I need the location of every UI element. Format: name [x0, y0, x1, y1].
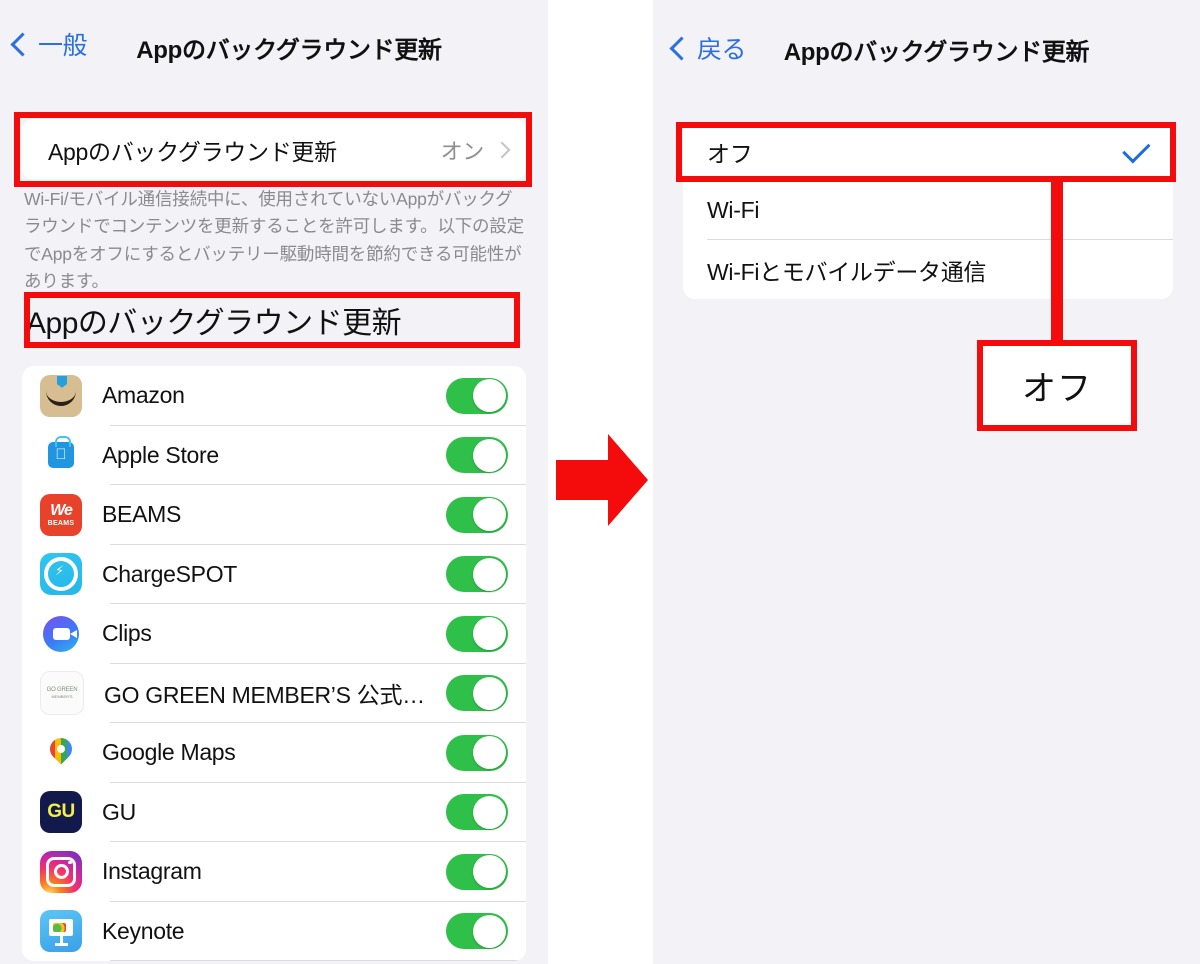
app-refresh-toggle[interactable]	[446, 377, 508, 414]
app-list-row[interactable]: ⚡ ChargeSPOT	[22, 544, 526, 604]
app-name-label: Clips	[102, 620, 152, 647]
app-refresh-toggle[interactable]	[446, 556, 508, 593]
app-list-row[interactable]: Keynote	[22, 901, 526, 961]
refresh-mode-option-row[interactable]: Wi-Fi	[683, 181, 1173, 240]
keynote-icon	[40, 910, 82, 953]
app-list-row[interactable]: GU GU	[22, 782, 526, 842]
left-phone-panel: 一般 Appのバックグラウンド更新 Appのバックグラウンド更新 オン Wi-F…	[0, 0, 548, 964]
left-page-title: Appのバックグラウンド更新	[136, 37, 442, 64]
option-label: Wi-Fi	[707, 197, 760, 223]
app-name-label: GU	[102, 798, 136, 825]
gu-icon: GU	[40, 791, 82, 834]
toggle-knob	[473, 795, 506, 829]
app-name-label: Amazon	[102, 382, 185, 409]
app-refresh-toggle[interactable]	[446, 675, 508, 712]
app-list-row[interactable]: Amazon	[22, 366, 526, 426]
app-list-row[interactable]: Instagram	[22, 842, 526, 902]
app-list-card: Amazon  Apple Store WeBEAMS BEAMS ⚡ ChargeSPO…	[22, 366, 526, 961]
app-list-row[interactable]:  Apple Store	[22, 425, 526, 485]
app-refresh-toggle[interactable]	[446, 734, 508, 771]
toggle-knob	[473, 498, 506, 532]
option-label: オフ	[707, 140, 753, 167]
app-name-label: Instagram	[102, 858, 202, 885]
instagram-icon	[40, 850, 82, 893]
option-label: Wi-Fiとモバイルデータ通信	[707, 258, 987, 285]
app-name-label: BEAMS	[102, 501, 182, 528]
app-list-row[interactable]: Clips	[22, 604, 526, 664]
background-refresh-label: Appのバックグラウンド更新	[48, 138, 337, 165]
toggle-knob	[473, 379, 506, 413]
checkmark-icon	[1122, 135, 1151, 164]
toggle-knob	[473, 438, 506, 472]
app-list-section-header: Appのバックグラウンド更新	[26, 307, 402, 340]
app-refresh-toggle[interactable]	[446, 437, 508, 474]
app-refresh-toggle[interactable]	[446, 496, 508, 533]
toggle-knob	[473, 855, 506, 889]
right-phone-panel: 戻る Appのバックグラウンド更新 オフ Wi-Fi Wi-Fiとモバイルデータ通信	[653, 0, 1200, 964]
app-list-row[interactable]: Google Maps	[22, 723, 526, 783]
chevron-right-icon	[493, 141, 511, 158]
chargespot-icon: ⚡	[40, 553, 82, 596]
callout-box-off: オフ	[977, 340, 1137, 431]
app-refresh-toggle[interactable]	[446, 853, 508, 890]
toggle-knob	[473, 617, 506, 651]
app-refresh-toggle[interactable]	[446, 913, 508, 950]
amazon-icon	[40, 374, 82, 417]
refresh-mode-option-row[interactable]: オフ	[683, 122, 1173, 181]
right-page-title: Appのバックグラウンド更新	[783, 39, 1090, 66]
app-name-label: Keynote	[102, 917, 185, 944]
app-list-row[interactable]: We BEAMS BEAMS	[22, 485, 526, 545]
background-refresh-value: オン	[440, 138, 485, 164]
background-refresh-setting-card: Appのバックグラウンド更新 オン	[22, 119, 526, 180]
app-name-label: ChargeSPOT	[102, 560, 238, 587]
row-separator	[110, 960, 526, 961]
go-green-icon: GO GREEN MEMBER’S	[40, 671, 84, 716]
app-name-label: Google Maps	[102, 739, 236, 766]
refresh-mode-option-row[interactable]: Wi-Fiとモバイルデータ通信	[683, 240, 1173, 299]
app-refresh-toggle[interactable]	[446, 615, 508, 652]
clips-icon	[40, 612, 82, 655]
toggle-knob	[473, 736, 506, 770]
beams-icon: We BEAMS	[40, 493, 82, 536]
right-navigation-bar: 戻る Appのバックグラウンド更新	[653, 0, 1200, 92]
background-refresh-value-group: オン	[440, 134, 511, 166]
apple-store-icon: 	[40, 434, 82, 477]
background-refresh-footnote: Wi-Fi/モバイル通信接続中に、使用されていないAppがバックグラウンドでコン…	[24, 189, 524, 292]
left-navigation-bar: 一般 Appのバックグラウンド更新	[0, 0, 548, 92]
toggle-knob	[473, 557, 506, 591]
toggle-knob	[473, 914, 506, 948]
app-name-label: Apple Store	[102, 441, 219, 468]
google-maps-icon	[40, 731, 82, 774]
app-name-label: GO GREEN MEMBER’S 公式…	[104, 682, 425, 709]
refresh-mode-option-list: オフ Wi-Fi Wi-Fiとモバイルデータ通信	[683, 122, 1173, 299]
callout-connector-line	[1051, 176, 1063, 348]
app-refresh-toggle[interactable]	[446, 794, 508, 831]
background-refresh-row[interactable]: Appのバックグラウンド更新 オン	[22, 119, 526, 180]
red-right-arrow-icon	[556, 434, 648, 526]
toggle-knob	[473, 676, 506, 710]
app-list-row[interactable]: GO GREEN MEMBER’S GO GREEN MEMBER’S 公式…	[22, 663, 526, 723]
callout-label: オフ	[1022, 370, 1092, 408]
